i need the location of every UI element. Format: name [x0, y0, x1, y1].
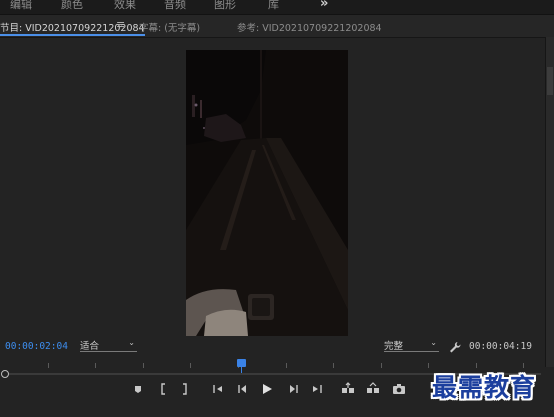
lift-icon[interactable] — [341, 382, 355, 396]
tab-captions[interactable]: 字幕: (无字幕) — [139, 20, 200, 34]
extract-icon[interactable] — [366, 382, 380, 396]
program-monitor-window: 编辑 颜色 效果 音频 图形 库 » 节目: VID20210709221202… — [0, 0, 554, 417]
workspace-graphics[interactable]: 图形 — [214, 0, 236, 12]
step-forward-icon[interactable] — [286, 382, 300, 396]
playhead-handle[interactable] — [237, 359, 246, 367]
chevron-down-icon: ⌄ — [430, 338, 437, 347]
ruler-tick — [333, 363, 334, 368]
panel-menu-icon[interactable]: ≡ — [116, 18, 125, 31]
ruler-tick — [48, 363, 49, 368]
fit-dropdown[interactable]: 适合 ⌄ — [80, 338, 137, 352]
play-icon[interactable] — [260, 382, 274, 396]
current-timecode[interactable]: 00:00:02:04 — [5, 341, 68, 352]
workspace-edit[interactable]: 编辑 — [10, 0, 32, 12]
right-panel-edge[interactable] — [545, 37, 554, 367]
program-viewport[interactable] — [0, 38, 545, 338]
ruler-tick — [95, 363, 96, 368]
fit-dropdown-value: 适合 — [80, 341, 100, 352]
night-road-scene — [186, 50, 348, 336]
chevron-down-icon: ⌄ — [128, 338, 135, 347]
playback-resolution-dropdown[interactable]: 完整 ⌄ — [384, 338, 439, 352]
workspace-audio[interactable]: 音频 — [164, 0, 186, 12]
add-marker-icon[interactable] — [131, 382, 145, 396]
go-to-out-icon[interactable] — [310, 382, 324, 396]
resolution-dropdown-value: 完整 — [384, 341, 404, 352]
video-frame — [186, 50, 348, 336]
camera-icon[interactable] — [392, 382, 406, 396]
mark-in-icon[interactable] — [156, 382, 170, 396]
workspace-bar: 编辑 颜色 效果 音频 图形 库 » — [0, 0, 554, 15]
ruler-tick — [143, 363, 144, 368]
panel-tab-row: 节目: VID20210709221202084 ≡ 字幕: (无字幕) 参考:… — [0, 15, 554, 38]
go-to-in-icon[interactable] — [211, 382, 225, 396]
ruler-tick — [286, 363, 287, 368]
ruler-tick — [381, 363, 382, 368]
workspace-effects[interactable]: 效果 — [114, 0, 136, 12]
ruler-tick — [190, 363, 191, 368]
watermark-logo: 最需教育 — [432, 373, 537, 402]
more-workspaces-icon[interactable]: » — [320, 0, 328, 11]
scrollbar-handle[interactable] — [1, 370, 9, 378]
tab-reference-monitor[interactable]: 参考: VID20210709221202084 — [237, 20, 382, 34]
panel-resize-handle[interactable] — [547, 67, 553, 95]
duration-timecode: 00:00:04:19 — [469, 341, 532, 352]
wrench-icon[interactable] — [449, 338, 461, 353]
active-tab-indicator — [0, 34, 145, 36]
workspace-libraries[interactable]: 库 — [268, 0, 279, 12]
step-back-icon[interactable] — [236, 382, 250, 396]
ruler-tick — [428, 363, 429, 368]
mark-out-icon[interactable] — [178, 382, 192, 396]
workspace-color[interactable]: 颜色 — [61, 0, 83, 12]
